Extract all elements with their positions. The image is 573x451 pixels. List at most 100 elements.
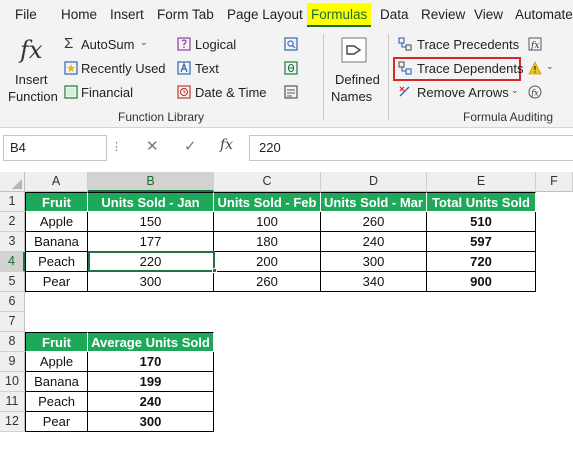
table-cell[interactable]: 597 (427, 232, 536, 252)
recently-used-button[interactable]: Recently Used (62, 60, 172, 78)
table-cell[interactable]: 180 (214, 232, 321, 252)
row-header-8[interactable]: 8 (0, 332, 25, 352)
show-formulas-button[interactable]: fx (528, 36, 546, 54)
chevron-down-icon: ⌄ (140, 37, 148, 47)
table-header-cell[interactable]: Total Units Sold (427, 192, 536, 212)
table-cell[interactable]: 340 (321, 272, 427, 292)
trace-precedents-button[interactable]: Trace Precedents (398, 36, 519, 54)
defined-names-button[interactable]: Defined Names (328, 34, 382, 106)
date-time-button[interactable]: Date & Time (177, 84, 277, 102)
table-cell[interactable]: 240 (88, 392, 214, 412)
cancel-icon[interactable]: ✕ (146, 137, 159, 155)
table-cell[interactable]: Peach (25, 252, 88, 272)
table-cell[interactable]: 100 (214, 212, 321, 232)
error-checking-button[interactable]: ⌄ (528, 60, 558, 78)
table-cell[interactable]: Banana (25, 232, 88, 252)
warning-icon (528, 61, 542, 75)
enter-check-icon[interactable]: ✓ (184, 137, 197, 155)
formula-value: 220 (259, 140, 281, 155)
row-header-11[interactable]: 11 (0, 392, 25, 412)
table-cell[interactable]: Apple (25, 352, 88, 372)
ribbon: fx Insert Function Σ AutoSum ⌄ Recently … (0, 30, 573, 128)
select-all-corner[interactable] (0, 172, 25, 192)
row-header-9[interactable]: 9 (0, 352, 25, 372)
tag-icon (341, 37, 367, 63)
column-header-a[interactable]: A (25, 172, 88, 192)
table-cell[interactable]: Banana (25, 372, 88, 392)
autosum-button[interactable]: Σ AutoSum ⌄ (62, 35, 170, 54)
table-header-cell[interactable]: Fruit (25, 192, 88, 212)
table-cell[interactable]: 720 (427, 252, 536, 272)
table-header-cell[interactable]: Units Sold - Mar (321, 192, 427, 212)
tab-form[interactable]: Form Tab (157, 3, 214, 27)
lookup-reference-button[interactable] (284, 36, 306, 54)
tab-view[interactable]: View (474, 3, 503, 27)
table-cell[interactable]: 510 (427, 212, 536, 232)
row-header-4[interactable]: 4 (0, 252, 25, 272)
math-trig-button[interactable] (284, 60, 306, 78)
table-cell[interactable]: 300 (88, 412, 214, 432)
table-cell[interactable]: Pear (25, 272, 88, 292)
table-header-cell[interactable]: Fruit (25, 332, 88, 352)
text-icon (177, 61, 191, 75)
table-cell[interactable]: 260 (214, 272, 321, 292)
column-header-b[interactable]: B (88, 172, 214, 192)
tab-home[interactable]: Home (61, 3, 97, 27)
tab-automate[interactable]: Automate (515, 3, 573, 27)
insert-function-icon[interactable]: fx (220, 137, 233, 153)
row-header-2[interactable]: 2 (0, 212, 25, 232)
table-cell[interactable]: 240 (321, 232, 427, 252)
table-header-cell[interactable]: Units Sold - Feb (214, 192, 321, 212)
row-header-3[interactable]: 3 (0, 232, 25, 252)
tab-page-layout[interactable]: Page Layout (227, 3, 303, 27)
table-cell[interactable]: Peach (25, 392, 88, 412)
row-header-5[interactable]: 5 (0, 272, 25, 292)
tab-insert[interactable]: Insert (110, 3, 144, 27)
column-header-c[interactable]: C (214, 172, 321, 192)
table-cell[interactable]: 150 (88, 212, 214, 232)
column-header-e[interactable]: E (427, 172, 536, 192)
name-box-chevron-icon[interactable]: ⋮ (111, 140, 122, 153)
table-cell[interactable]: 170 (88, 352, 214, 372)
table-cell[interactable]: 260 (321, 212, 427, 232)
table-cell[interactable]: Pear (25, 412, 88, 432)
table-cell[interactable]: Apple (25, 212, 88, 232)
row-header-7[interactable]: 7 (0, 312, 25, 332)
row-header-10[interactable]: 10 (0, 372, 25, 392)
remove-arrows-label: Remove Arrows (417, 85, 509, 100)
table-cell[interactable]: 199 (88, 372, 214, 392)
name-box-value: B4 (10, 140, 26, 155)
table-cell[interactable]: 300 (88, 272, 214, 292)
table-header-cell[interactable]: Units Sold - Jan (88, 192, 214, 212)
trace-dependents-button[interactable]: Trace Dependents (398, 60, 523, 78)
fill-handle[interactable] (212, 268, 217, 273)
formula-input[interactable]: 220 (249, 135, 573, 161)
table-cell[interactable]: 900 (427, 272, 536, 292)
defined-names-label-2: Names (331, 89, 373, 104)
tab-formulas[interactable]: Formulas (307, 3, 372, 27)
tab-data[interactable]: Data (380, 3, 409, 27)
more-functions-button[interactable] (284, 84, 306, 102)
row-header-6[interactable]: 6 (0, 292, 25, 312)
text-button[interactable]: Text (177, 60, 247, 78)
table-cell[interactable]: 300 (321, 252, 427, 272)
row-header-12[interactable]: 12 (0, 412, 25, 432)
logical-button[interactable]: Logical (177, 36, 257, 54)
column-header-f[interactable]: F (536, 172, 573, 192)
row-header-1[interactable]: 1 (0, 192, 25, 212)
recently-used-label: Recently Used (81, 61, 166, 76)
financial-button[interactable]: Financial (62, 84, 172, 102)
table-header-cell[interactable]: Average Units Sold (88, 332, 214, 352)
insert-function-button[interactable]: fx Insert Function (4, 34, 58, 106)
chevron-down-icon: ⌄ (546, 61, 554, 71)
formula-auditing-label: Formula Auditing (463, 110, 554, 124)
tab-file[interactable]: File (15, 3, 37, 27)
table-cell[interactable]: 200 (214, 252, 321, 272)
tab-review[interactable]: Review (421, 3, 465, 27)
remove-arrows-button[interactable]: Remove Arrows ⌄ (398, 84, 522, 102)
book-icon (64, 85, 78, 99)
column-header-d[interactable]: D (321, 172, 427, 192)
evaluate-formula-button[interactable]: fx (528, 84, 546, 102)
name-box[interactable]: B4 (3, 135, 107, 161)
table-cell[interactable]: 177 (88, 232, 214, 252)
